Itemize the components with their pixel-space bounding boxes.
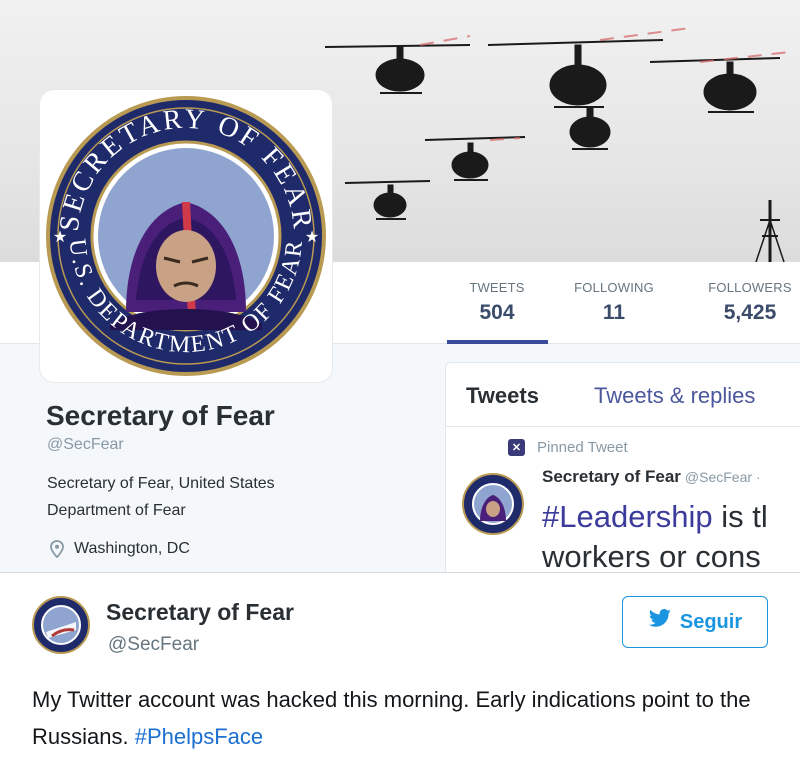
- svg-text:★: ★: [305, 229, 319, 246]
- stat-following-value: 11: [602, 301, 626, 324]
- profile-screenshot: TWEETS 504 FOLLOWING 11 FOLLOWERS 5,425: [0, 0, 800, 572]
- pin-icon: ✕: [508, 439, 525, 456]
- bio-line-2: Department of Fear: [47, 502, 186, 519]
- embed-author-handle[interactable]: @SecFear: [108, 634, 199, 656]
- profile-location: Washington, DC: [50, 540, 190, 558]
- pinned-tweet-label: Pinned Tweet: [537, 439, 628, 456]
- stat-following[interactable]: FOLLOWING 11: [566, 280, 662, 325]
- embed-hashtag[interactable]: #PhelpsFace: [135, 724, 263, 749]
- map-pin-icon: [50, 540, 64, 558]
- pinned-tweet-text: #Leadership is tl workers or cons: [542, 497, 768, 572]
- location-text: Washington, DC: [74, 540, 190, 557]
- pinned-tweet-avatar[interactable]: [462, 473, 524, 535]
- stat-followers-label: FOLLOWERS: [708, 280, 792, 295]
- stat-followers-value: 5,425: [723, 301, 777, 324]
- pinned-author-name: Secretary of Fear: [542, 467, 681, 486]
- embed-author-name[interactable]: Secretary of Fear: [106, 599, 294, 626]
- embed-avatar[interactable]: [32, 596, 90, 654]
- stat-followers[interactable]: FOLLOWERS 5,425: [700, 280, 800, 325]
- tab-tweets-and-replies[interactable]: Tweets & replies: [594, 383, 755, 409]
- pinned-text-rest: is tl: [712, 499, 768, 534]
- profile-name: Secretary of Fear: [46, 400, 275, 431]
- tab-tweets[interactable]: Tweets: [466, 383, 539, 409]
- stat-tweets[interactable]: TWEETS 504: [462, 280, 532, 325]
- pinned-text-line-2: workers or cons: [542, 539, 761, 572]
- timeline-tabs: Tweets Tweets & replies: [446, 363, 800, 427]
- profile-avatar[interactable]: SECRETARY OF FEAR U.S. DEPARTMENT OF FEA…: [40, 90, 332, 382]
- profile-handle[interactable]: @SecFear: [47, 436, 124, 454]
- pinned-tweet-indicator: ✕ Pinned Tweet: [508, 439, 628, 456]
- embedded-tweet: Secretary of Fear @SecFear Seguir My Twi…: [0, 572, 800, 765]
- follow-button[interactable]: Seguir: [622, 596, 768, 648]
- twitter-bird-icon: [648, 609, 672, 635]
- department-seal-image: SECRETARY OF FEAR U.S. DEPARTMENT OF FEA…: [46, 96, 326, 376]
- pinned-tweet-author[interactable]: Secretary of Fear @SecFear ·: [542, 467, 761, 487]
- stat-tweets-label: TWEETS: [469, 280, 525, 295]
- follow-button-label: Seguir: [679, 610, 743, 633]
- pinned-author-handle: @SecFear ·: [684, 469, 761, 485]
- stat-tweets-value: 504: [479, 301, 515, 324]
- active-stat-underline: [447, 340, 548, 344]
- svg-text:★: ★: [53, 229, 67, 246]
- pinned-hashtag[interactable]: #Leadership: [542, 499, 713, 534]
- timeline-card: Tweets Tweets & replies ✕ Pinned Tweet S…: [445, 362, 800, 572]
- stat-following-label: FOLLOWING: [574, 280, 654, 295]
- embed-tweet-text: My Twitter account was hacked this morni…: [32, 681, 772, 755]
- profile-bio: Secretary of Fear, United States Departm…: [47, 470, 347, 524]
- bio-line-1: Secretary of Fear, United States: [47, 475, 275, 492]
